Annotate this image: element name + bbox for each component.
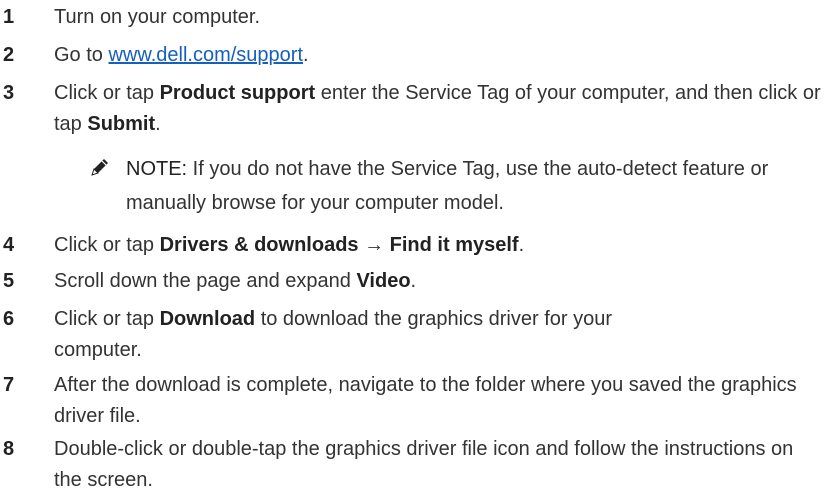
step-number: 4	[3, 234, 15, 256]
step-text-pre: Click or tap	[54, 82, 160, 104]
step-text-pre: Go to	[54, 44, 109, 66]
step-text: Go to www.dell.com/support.	[54, 40, 834, 71]
submit-label: Submit	[87, 113, 156, 135]
step-text: Click or tap Download to download the gr…	[54, 304, 654, 366]
step-text: Double-click or double-tap the graphics …	[54, 438, 799, 491]
drivers-downloads-label: Drivers & downloads	[159, 234, 359, 256]
step-text-pre: Click or tap	[54, 308, 160, 330]
step-number: 2	[3, 44, 15, 66]
step-number: 7	[3, 374, 15, 396]
step-text: Turn on your computer.	[54, 6, 261, 28]
step-text: Scroll down the page and expand Video.	[54, 266, 834, 297]
step-number: 3	[3, 82, 15, 104]
note-label: NOTE:	[126, 158, 188, 180]
step-text: Click or tap Drivers & downloads → Find …	[54, 230, 834, 261]
note-text: NOTE: If you do not have the Service Tag…	[126, 152, 806, 220]
step-number: 1	[3, 6, 15, 28]
step-number: 6	[3, 308, 15, 330]
product-support-label: Product support	[159, 82, 316, 104]
step-text-post: .	[410, 270, 417, 292]
step-number: 8	[3, 438, 15, 460]
step-text-post: .	[303, 44, 309, 66]
support-link[interactable]: www.dell.com/support	[108, 44, 303, 66]
step-text-pre: Scroll down the page and expand	[54, 270, 357, 292]
pencil-note-icon	[89, 156, 111, 178]
video-label: Video	[356, 270, 411, 292]
find-it-myself-label: Find it myself	[389, 234, 519, 256]
step-text-post: .	[155, 113, 161, 135]
download-label: Download	[159, 308, 256, 330]
note-body: If you do not have the Service Tag, use …	[126, 158, 769, 214]
step-text: After the download is complete, navigate…	[54, 374, 803, 427]
step-text-post: .	[518, 234, 525, 256]
arrow-separator: →	[358, 234, 390, 256]
step-number: 5	[3, 270, 15, 292]
step-text-pre: Click or tap	[54, 234, 160, 256]
step-text: Click or tap Product support enter the S…	[54, 78, 824, 140]
